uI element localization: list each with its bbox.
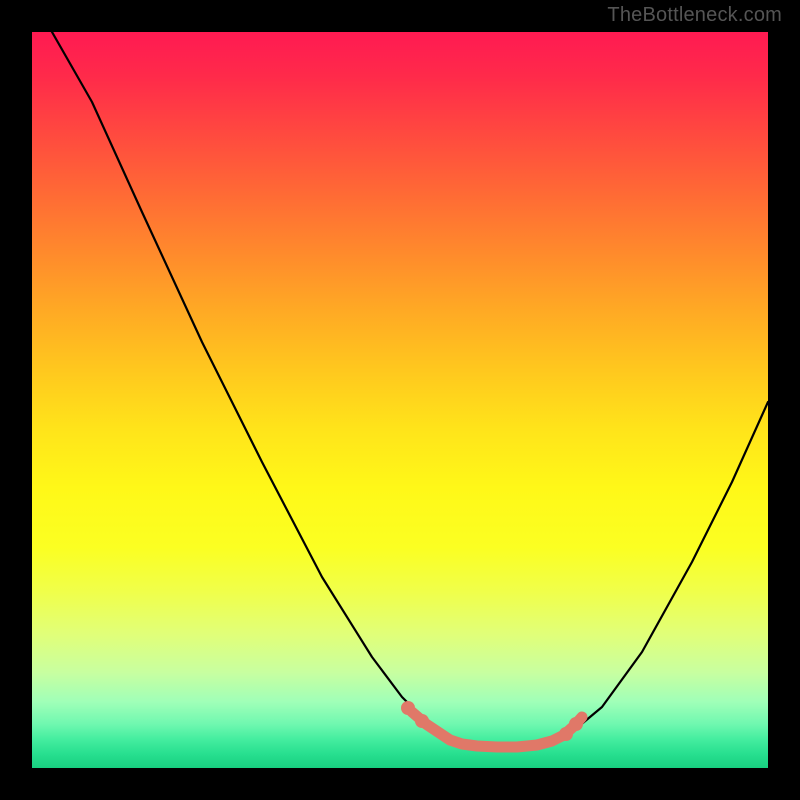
- curve-svg: [32, 32, 768, 768]
- plot-area: [32, 32, 768, 768]
- highlight-segment: [412, 712, 582, 747]
- highlight-dot: [415, 714, 429, 728]
- watermark-text: TheBottleneck.com: [607, 4, 782, 27]
- highlight-dot: [401, 701, 415, 715]
- highlight-dot: [559, 727, 573, 741]
- highlight-dot: [569, 717, 583, 731]
- bottleneck-curve: [52, 32, 768, 746]
